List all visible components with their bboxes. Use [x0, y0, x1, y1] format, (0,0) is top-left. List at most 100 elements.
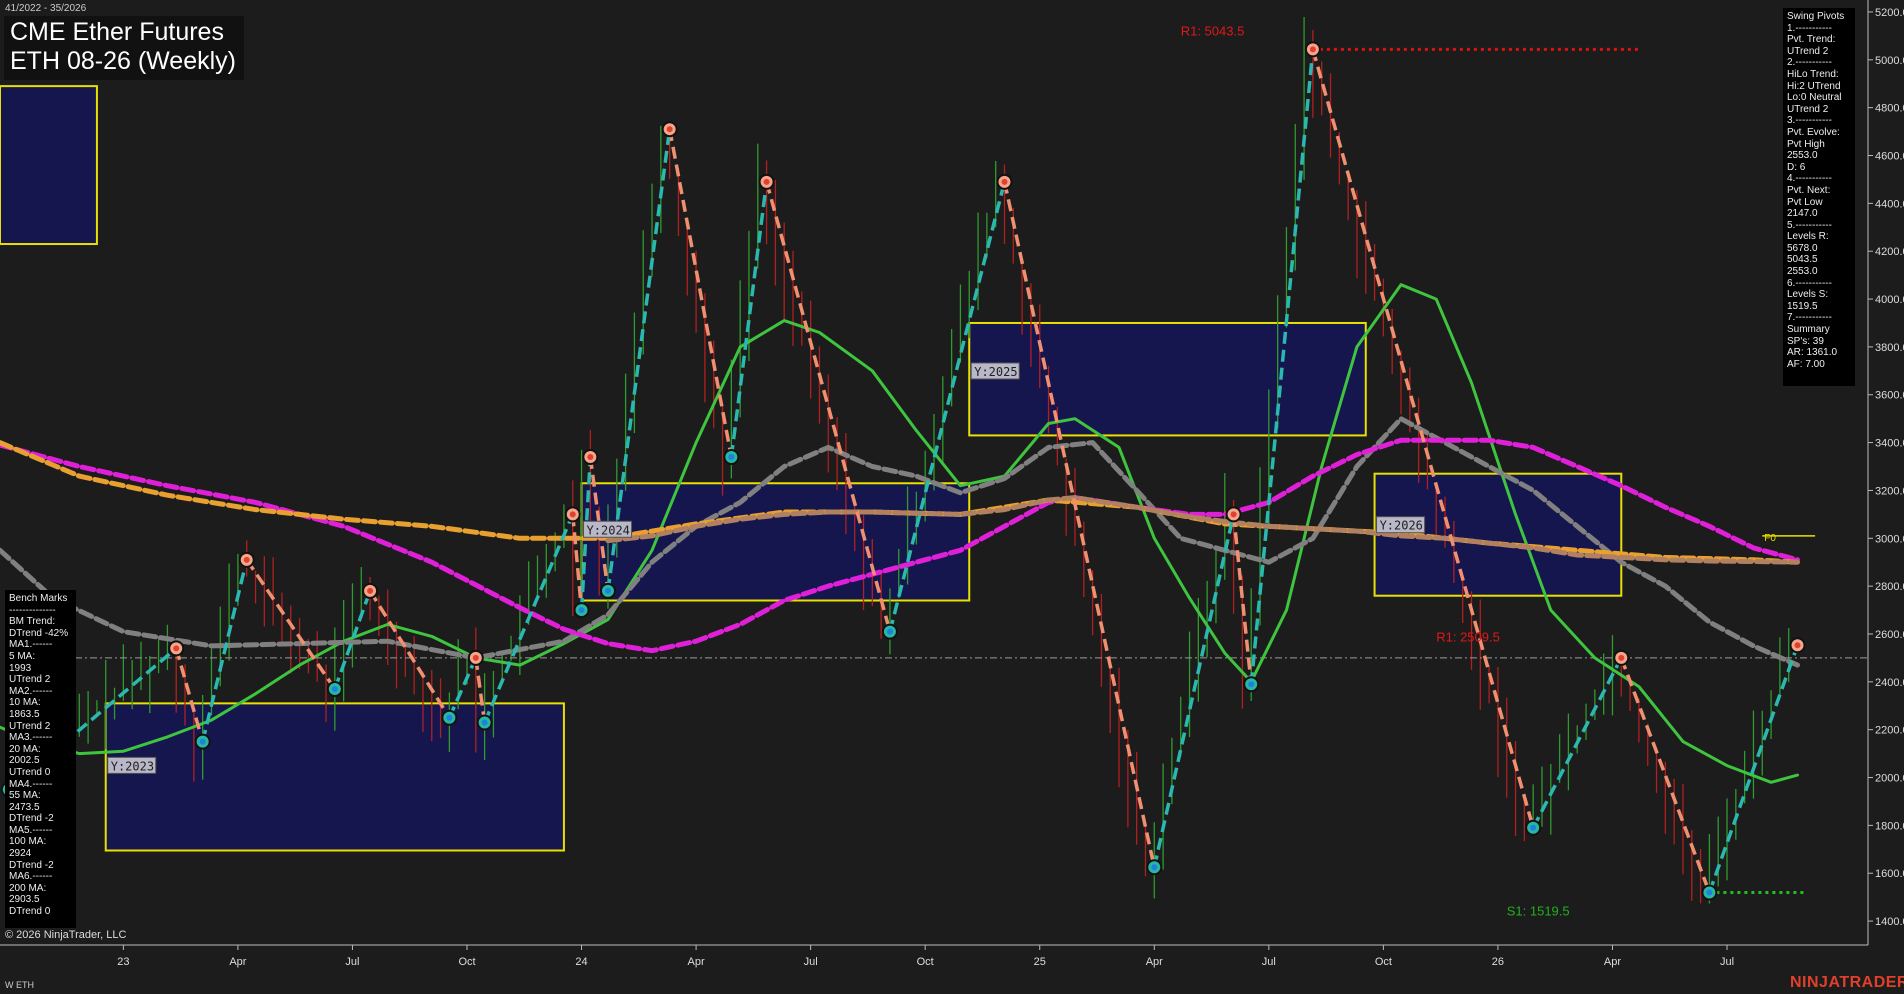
- bench-marks-line: DTrend -2: [9, 859, 54, 871]
- swing-pivots-line: Summary: [1787, 324, 1830, 336]
- y-tick-label: 4400.0: [1875, 198, 1904, 210]
- zone-label: Y:2024: [587, 523, 630, 537]
- swing-pivots-line: AF: 7.00: [1787, 358, 1825, 370]
- bench-marks-line: MA6.------: [9, 871, 53, 883]
- yearly-zone: [0, 85, 98, 246]
- x-tick-label: Oct: [917, 956, 934, 968]
- y-tick-label: 2800.0: [1875, 581, 1904, 593]
- swing-pivots-line: AR: 1361.0: [1787, 347, 1838, 359]
- y-tick-label: 1600.0: [1875, 868, 1904, 880]
- swing-pivots-line: 2147.0: [1787, 208, 1818, 220]
- pivot-center: [666, 126, 673, 133]
- bench-marks-line: 100 MA:: [9, 836, 47, 848]
- swing-pivots-line: Pvt. Trend:: [1787, 34, 1836, 46]
- swing-pivots-line: HiLo Trend:: [1787, 68, 1839, 80]
- bench-marks-line: MA5.------: [9, 824, 53, 836]
- y-tick-label: 4000.0: [1875, 294, 1904, 306]
- swing-pivots-line: 4.-----------: [1787, 173, 1832, 185]
- bench-marks-line: 55 MA:: [9, 790, 41, 802]
- ninjatrader-logo: NINJATRADER: [1790, 974, 1904, 991]
- y-tick-label: 3600.0: [1875, 390, 1904, 402]
- bench-marks-line: UTrend 2: [9, 674, 51, 686]
- resistance-label: R1: 2509.5: [1436, 630, 1500, 645]
- x-tick-label: Apr: [1604, 956, 1621, 968]
- swing-pivots-line: Pvt. Next:: [1787, 184, 1831, 196]
- swing-pivots-line: 1519.5: [1787, 300, 1818, 312]
- bench-marks-line: 2903.5: [9, 894, 40, 906]
- swing-pivots-line: 6.-----------: [1787, 277, 1832, 289]
- symbol-label: W ETH: [5, 980, 34, 990]
- pivot-center: [569, 511, 576, 518]
- y-tick-label: 5000.0: [1875, 55, 1904, 67]
- bench-marks-line: MA3.------: [9, 732, 53, 744]
- bench-marks-line: 200 MA:: [9, 882, 47, 894]
- swing-pivots-line: 5.-----------: [1787, 219, 1832, 231]
- pivot-center: [604, 587, 611, 594]
- swing-pivots-line: 5678.0: [1787, 242, 1818, 254]
- y-tick-label: 1800.0: [1875, 820, 1904, 832]
- pivot-center: [1706, 889, 1713, 896]
- swing-pivots-line: Pvt. Evolve:: [1787, 126, 1840, 138]
- x-tick-label: 26: [1492, 956, 1504, 968]
- bench-marks-line: --------------: [9, 604, 56, 616]
- x-tick-label: Jul: [804, 956, 818, 968]
- bench-marks-line: 5 MA:: [9, 650, 36, 662]
- resistance-label: R1: 5043.5: [1181, 23, 1245, 38]
- bench-marks-line: DTrend -2: [9, 813, 54, 825]
- bench-marks-line: 1993: [9, 662, 32, 674]
- x-tick-label: Apr: [1146, 956, 1163, 968]
- swing-pivots-panel: Swing Pivots 1.----------- Pvt. Trend: UTre…: [1783, 8, 1855, 386]
- bench-marks-line: MA2.------: [9, 685, 53, 697]
- bench-marks-line: UTrend 2: [9, 720, 51, 732]
- x-tick-label: Oct: [1375, 956, 1392, 968]
- bench-marks-panel: Bench Marks -------------- BM Trend: DTrend…: [5, 590, 76, 928]
- bench-marks-line: UTrend 0: [9, 766, 51, 778]
- bench-marks-line: 20 MA:: [9, 743, 41, 755]
- pivot-center: [578, 607, 585, 614]
- x-tick-label: Apr: [688, 956, 705, 968]
- y-tick-label: 4600.0: [1875, 151, 1904, 163]
- x-tick-label: 25: [1034, 956, 1046, 968]
- swing-pivots-line: Pvt High: [1787, 138, 1825, 150]
- y-tick-label: 1400.0: [1875, 916, 1904, 928]
- chart-title-box: CME Ether Futures ETH 08-26 (Weekly): [4, 16, 244, 80]
- price-chart[interactable]: R1: 5043.5 R1: 2509.5 S1: 1519.5 Y:2023 Y:20…: [0, 0, 1904, 994]
- swing-pivots-line: UTrend 2: [1787, 45, 1829, 57]
- swing-pivots-line: 7.-----------: [1787, 312, 1832, 324]
- swing-pivots-line: 3.-----------: [1787, 115, 1832, 127]
- pivot-center: [199, 738, 206, 745]
- y-tick-label: 4800.0: [1875, 103, 1904, 115]
- bench-marks-line: 10 MA:: [9, 697, 41, 709]
- support-label: S1: 1519.5: [1507, 903, 1570, 918]
- swing-pivots-line: 2.-----------: [1787, 57, 1832, 69]
- swing-pivots-line: 5043.5: [1787, 254, 1818, 266]
- pivot-center: [1618, 654, 1625, 661]
- swing-pivots-line: Lo:0 Neutral: [1787, 92, 1842, 104]
- x-tick-label: Apr: [229, 956, 246, 968]
- bench-marks-line: 1863.5: [9, 708, 40, 720]
- swing-pivots-line: UTrend 2: [1787, 103, 1829, 115]
- bench-marks-line: MA1.------: [9, 639, 53, 651]
- swing-pivots-line: Levels R:: [1787, 231, 1829, 243]
- zone-label: Y:2023: [111, 759, 154, 773]
- pivot-center: [367, 587, 374, 594]
- bench-marks-line: BM Trend:: [9, 616, 56, 628]
- y-tick-label: 5200.0: [1875, 7, 1904, 19]
- pivot-center: [331, 686, 338, 693]
- zone-label: Y:2026: [1380, 519, 1423, 533]
- copyright-text: © 2026 NinjaTrader, LLC: [5, 929, 127, 941]
- bench-marks-line: 2002.5: [9, 755, 40, 767]
- pivot-center: [886, 628, 893, 635]
- pivot-center: [173, 645, 180, 652]
- x-tick-label: Jul: [345, 956, 359, 968]
- y-tick-label: 2400.0: [1875, 677, 1904, 689]
- bench-marks-line: 2924: [9, 848, 32, 860]
- pivot-center: [1530, 824, 1537, 831]
- pivot-center: [763, 178, 770, 185]
- y-tick-label: 3800.0: [1875, 342, 1904, 354]
- swing-pivots-line: 1.-----------: [1787, 22, 1832, 34]
- pivot-center: [1001, 178, 1008, 185]
- bench-marks-line: 2473.5: [9, 801, 40, 813]
- swing-pivots-line: 2553.0: [1787, 150, 1818, 162]
- swing-pivots-line: Hi:2 UTrend: [1787, 80, 1841, 92]
